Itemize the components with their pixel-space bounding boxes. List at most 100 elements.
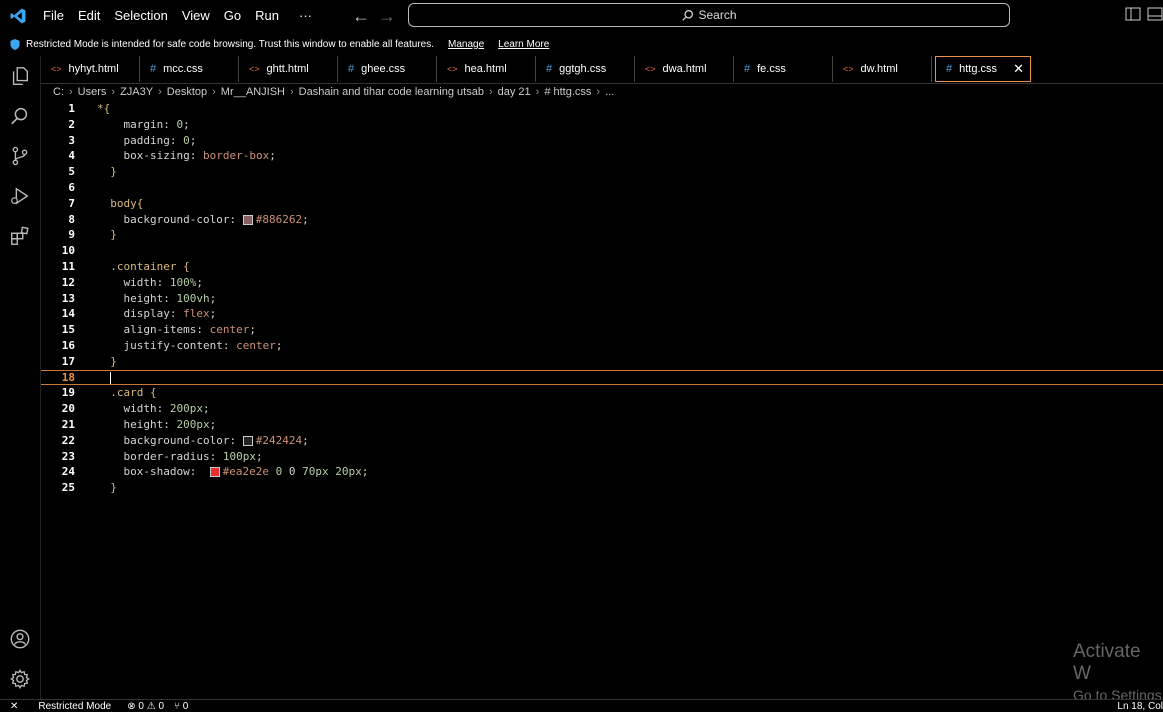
editor-tab[interactable]: # httg.css ✕ [935, 56, 1031, 82]
editor-tab[interactable]: <> dwa.html [635, 56, 734, 82]
code-line[interactable]: 11 .container { [41, 259, 1163, 275]
tab-label: dwa.html [662, 63, 707, 75]
command-center-search[interactable]: Search [408, 3, 1010, 27]
menu-item[interactable]: Selection [107, 0, 174, 32]
breadcrumb-item[interactable]: Users [78, 86, 107, 98]
explorer-icon[interactable] [0, 56, 40, 96]
code-line[interactable]: 7 body{ [41, 196, 1163, 212]
status-position[interactable]: Ln 18, Col [1117, 701, 1163, 712]
code-text: background-color: #886262; [123, 212, 309, 226]
code-text: } [97, 481, 117, 495]
menu-item[interactable]: Go [217, 0, 248, 32]
restricted-mode-banner: Restricted Mode is intended for safe cod… [0, 34, 1163, 54]
code-line[interactable]: 18 [41, 369, 1163, 386]
breadcrumb-item[interactable]: ZJA3Y [120, 86, 153, 98]
line-number: 12 [61, 275, 75, 289]
learn-more-link[interactable]: Learn More [498, 39, 549, 50]
code-line[interactable]: 12 width: 100%; [41, 275, 1163, 291]
manage-link[interactable]: Manage [448, 39, 484, 50]
forward-arrow-icon[interactable]: → [374, 6, 400, 27]
code-text: *{ [97, 102, 111, 115]
code-line[interactable]: 10 [41, 243, 1163, 259]
menu-item[interactable]: Edit [71, 0, 107, 32]
breadcrumb-item[interactable]: day 21 [498, 86, 531, 98]
editor-tab[interactable]: <> dw.html [833, 56, 932, 82]
line-number: 19 [61, 386, 75, 400]
status-problems[interactable]: ⊗ 0 ⚠ 0 [127, 701, 164, 712]
breadcrumb-item[interactable]: Desktop [167, 86, 207, 98]
code-text: body{ [97, 196, 144, 210]
code-line[interactable]: 23 border-radius: 100px; [41, 449, 1163, 465]
code-line[interactable]: 4 box-sizing: border-box; [41, 148, 1163, 164]
extensions-icon[interactable] [0, 216, 40, 256]
menu-item[interactable]: File [36, 0, 71, 32]
code-line[interactable]: 13 height: 100vh; [41, 291, 1163, 307]
code-line[interactable]: 21 height: 200px; [41, 417, 1163, 433]
editor-tab[interactable]: <> ghtt.html [239, 56, 338, 82]
status-bar: ✕ Restricted Mode ⊗ 0 ⚠ 0 ⑂ 0 Ln 18, Col [0, 699, 1163, 712]
menu-item[interactable]: View [175, 0, 217, 32]
line-number: 17 [61, 354, 75, 368]
run-debug-icon[interactable] [0, 176, 40, 216]
code-line[interactable]: 24 box-shadow: #ea2e2e 0 0 70px 20px; [41, 464, 1163, 480]
breadcrumb-item[interactable]: # httg.css [544, 86, 591, 98]
back-arrow-icon[interactable]: ← [348, 6, 374, 27]
editor-tab[interactable]: # ghee.css [338, 56, 437, 82]
code-line[interactable]: 15 align-items: center; [41, 322, 1163, 338]
color-swatch[interactable] [242, 214, 253, 225]
code-line[interactable]: 5 } [41, 164, 1163, 180]
code-line[interactable]: 20 width: 200px; [41, 401, 1163, 417]
line-number: 10 [61, 244, 75, 258]
code-line[interactable]: 9 } [41, 227, 1163, 243]
code-line[interactable]: 25 } [41, 480, 1163, 496]
editor-tab[interactable]: # mcc.css [140, 56, 239, 82]
code-text: width: 200px; [123, 402, 210, 416]
line-number: 9 [68, 228, 75, 242]
editor-tab[interactable]: <> hea.html [437, 56, 536, 82]
breadcrumb-item[interactable]: Dashain and tihar code learning utsab [299, 86, 484, 98]
status-ports[interactable]: ⑂ 0 [174, 701, 188, 712]
code-line[interactable]: 6 [41, 180, 1163, 196]
editor-tab[interactable]: # fe.css [734, 56, 833, 82]
code-line[interactable]: 22 background-color: #242424; [41, 433, 1163, 449]
line-number: 23 [61, 449, 75, 463]
menu-item[interactable]: Run [248, 0, 286, 32]
code-line[interactable]: 16 justify-content: center; [41, 338, 1163, 354]
editor-tab[interactable]: <> hyhyt.html [41, 56, 140, 82]
code-line[interactable]: 17 } [41, 354, 1163, 370]
line-number: 25 [61, 481, 75, 495]
css-file-icon: # [348, 63, 355, 75]
toggle-sidebar-icon[interactable] [1125, 6, 1141, 22]
accounts-icon[interactable] [0, 619, 40, 659]
code-line[interactable]: 1 *{ [41, 101, 1163, 117]
editor-tab[interactable]: # ggtgh.css [536, 56, 635, 82]
breadcrumb-separator-icon: › [111, 86, 116, 98]
code-line[interactable]: 8 background-color: #886262; [41, 212, 1163, 228]
code-editor[interactable]: 1 *{2 margin: 0; 3 padding: 0; 4 box-sizing… [41, 101, 1163, 691]
color-swatch[interactable] [209, 467, 220, 478]
code-line[interactable]: 3 padding: 0; [41, 133, 1163, 149]
line-number: 15 [61, 323, 75, 337]
breadcrumb-item[interactable]: ... [605, 86, 614, 98]
code-line[interactable]: 19 .card { [41, 385, 1163, 401]
source-control-icon[interactable] [0, 136, 40, 176]
code-line[interactable]: 14 display: flex; [41, 306, 1163, 322]
code-text: .container { [97, 259, 190, 273]
toggle-panel-icon[interactable] [1147, 6, 1163, 22]
line-number: 20 [61, 402, 75, 416]
breadcrumb-item[interactable]: Mr__ANJISH [221, 86, 285, 98]
status-restricted[interactable]: Restricted Mode [38, 701, 111, 712]
line-number: 24 [61, 465, 75, 479]
html-file-icon: <> [645, 64, 656, 74]
code-text: display: flex; [123, 307, 217, 321]
close-tab-icon[interactable]: ✕ [1013, 61, 1024, 77]
html-file-icon: <> [249, 64, 260, 74]
code-line[interactable]: 2 margin: 0; [41, 117, 1163, 133]
breadcrumb: C: › Users › ZJA3Y › Desktop › Mr__ANJISH › Dashai… [41, 84, 614, 100]
search-icon[interactable] [0, 96, 40, 136]
remote-icon[interactable]: ✕ [10, 701, 18, 712]
menu-item[interactable]: ··· [292, 0, 319, 32]
settings-gear-icon[interactable] [0, 659, 40, 699]
color-swatch[interactable] [242, 435, 253, 446]
breadcrumb-item[interactable]: C: [53, 86, 64, 98]
